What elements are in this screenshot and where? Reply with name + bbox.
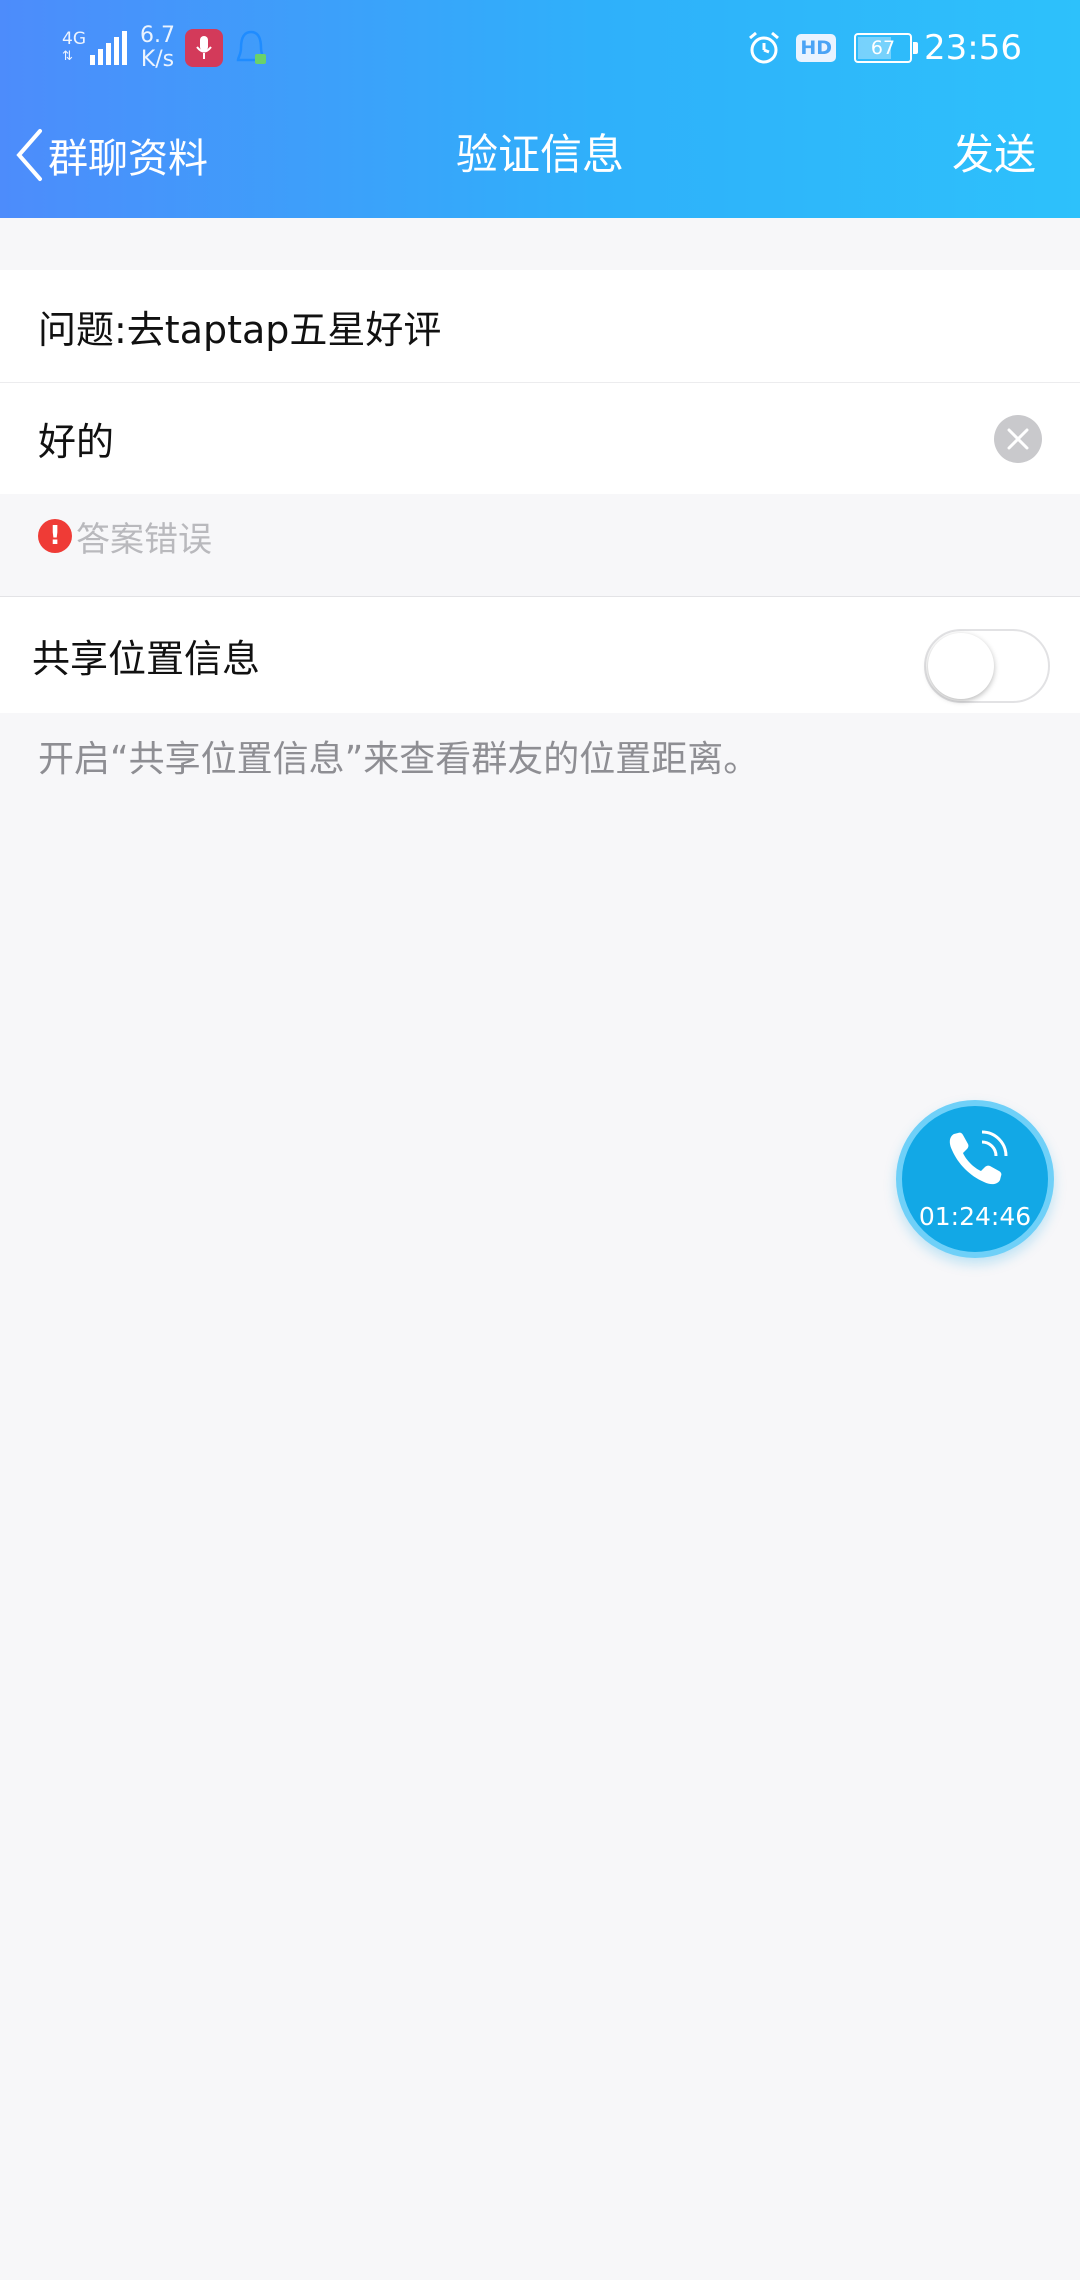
qq-notification-icon xyxy=(236,30,266,64)
share-location-card: 共享位置信息 xyxy=(0,596,1080,713)
share-location-hint: 开启“共享位置信息”来查看群友的位置距离。 xyxy=(38,739,760,780)
app-header: 4G ⇅ 6.7 K/s HD 67 23:56 群聊资料 验证信息 发送 xyxy=(0,0,1080,218)
question-row: 问题:去taptap五星好评 xyxy=(0,270,1080,382)
alarm-icon xyxy=(749,31,780,64)
battery-level: 67 xyxy=(870,37,896,59)
network-type-label: 4G xyxy=(62,29,86,49)
error-message: ! 答案错误 xyxy=(38,514,212,560)
voice-call-floating-button[interactable]: 01:24:46 xyxy=(896,1100,1054,1258)
share-location-toggle[interactable] xyxy=(924,629,1050,703)
question-text: 问题:去taptap五星好评 xyxy=(38,307,442,352)
phone-icon xyxy=(949,1130,1008,1185)
microphone-icon xyxy=(185,29,223,67)
clear-input-button[interactable] xyxy=(994,415,1042,463)
status-clock: 23:56 xyxy=(924,28,1022,68)
answer-input-value[interactable]: 好的 xyxy=(38,411,114,466)
share-location-row: 共享位置信息 xyxy=(0,597,1080,713)
hd-badge: HD xyxy=(796,34,837,62)
close-icon xyxy=(1007,428,1029,450)
error-text: 答案错误 xyxy=(76,519,212,560)
call-duration: 01:24:46 xyxy=(918,1202,1032,1231)
send-button[interactable]: 发送 xyxy=(952,110,1036,200)
answer-field[interactable]: 好的 xyxy=(0,382,1080,494)
network-speed: 6.7 K/s xyxy=(140,23,175,72)
share-location-label: 共享位置信息 xyxy=(32,636,261,681)
page-title: 验证信息 xyxy=(455,130,624,179)
status-bar: 4G ⇅ 6.7 K/s HD 67 23:56 xyxy=(0,0,1080,92)
verification-card: 问题:去taptap五星好评 好的 xyxy=(0,270,1080,494)
error-icon: ! xyxy=(38,519,72,553)
nav-bar: 群聊资料 验证信息 发送 xyxy=(0,110,1080,200)
signal-icon xyxy=(90,31,127,65)
battery-icon: 67 xyxy=(854,33,919,63)
network-type: 4G ⇅ xyxy=(62,29,86,65)
toggle-knob xyxy=(928,633,994,699)
